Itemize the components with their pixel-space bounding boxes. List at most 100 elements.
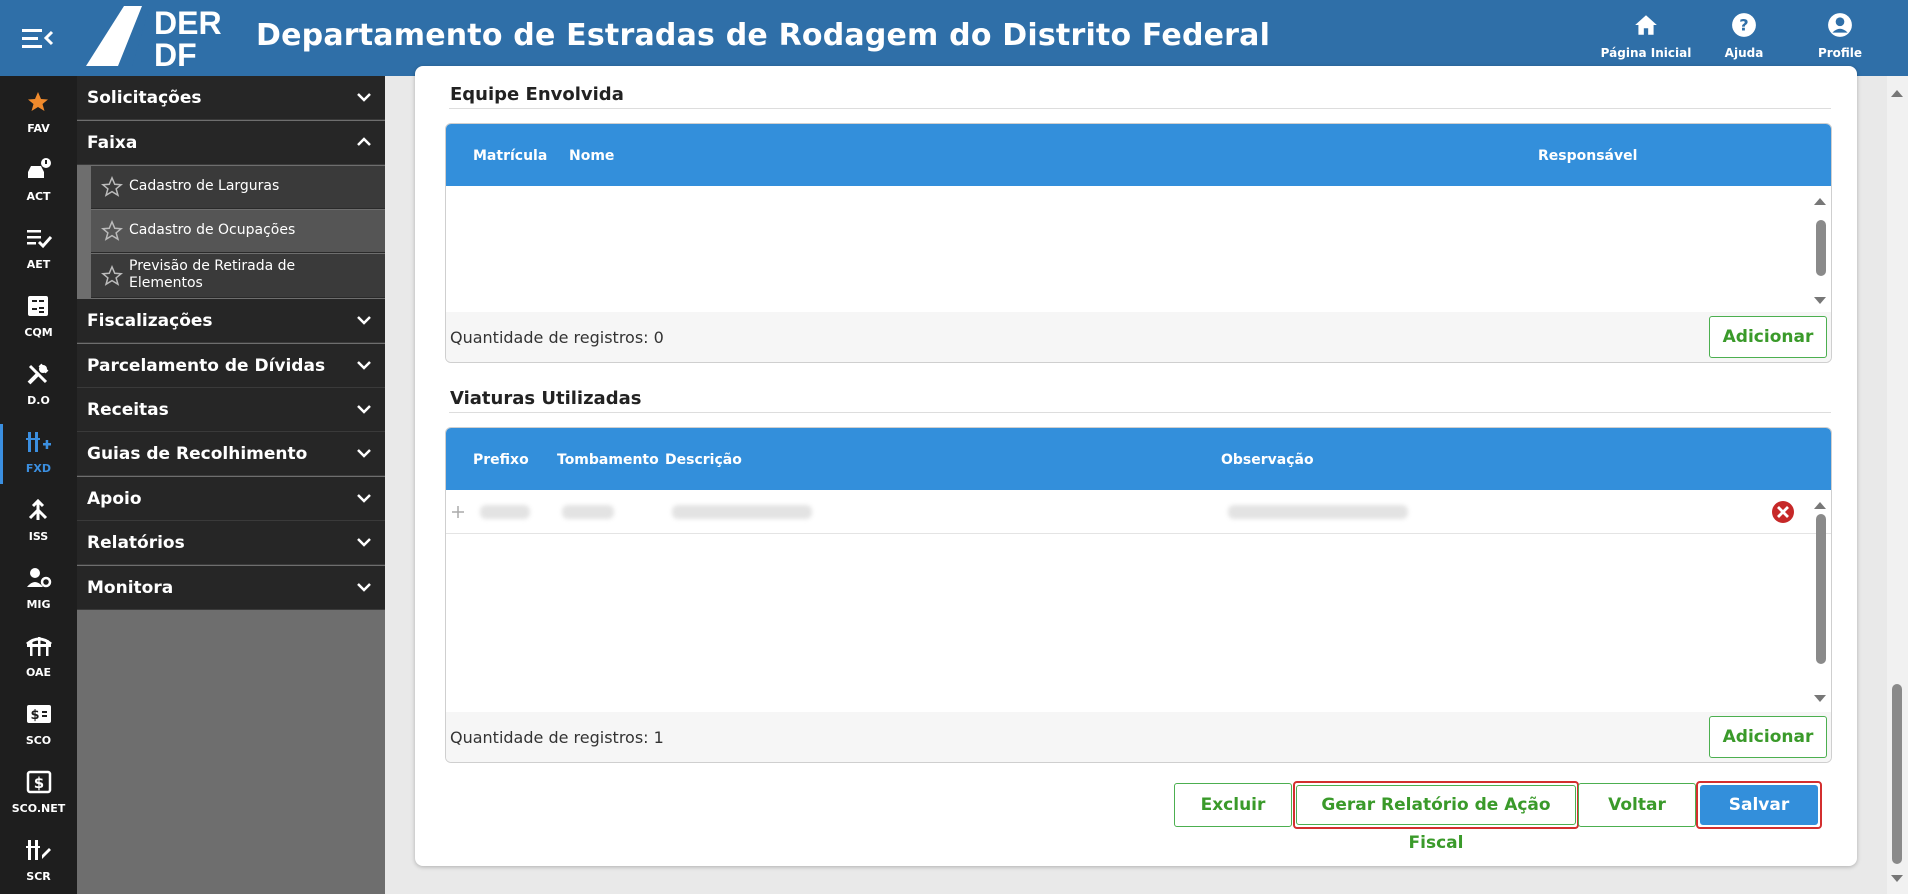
redacted-descricao <box>672 505 812 519</box>
star-outline-icon[interactable] <box>101 220 123 242</box>
sub-item-previsao-retirada[interactable]: Previsão de Retirada de Elementos <box>91 254 385 298</box>
profile-button[interactable]: Profile <box>1792 12 1888 61</box>
star-outline-icon[interactable] <box>101 265 123 287</box>
scroll-up-icon[interactable] <box>1813 196 1827 206</box>
home-icon <box>1635 15 1657 35</box>
rail-item-do[interactable]: D.O <box>0 352 77 420</box>
menu-label: Receitas <box>87 400 169 420</box>
rail-item-cqm[interactable]: CQM <box>0 284 77 352</box>
menu-item-apoio[interactable]: Apoio <box>77 477 385 521</box>
profile-label: Profile <box>1817 46 1863 60</box>
excluir-button[interactable]: Excluir <box>1174 783 1292 827</box>
rail-label: FXD <box>25 462 52 475</box>
section-divider <box>449 412 1831 413</box>
col-descricao[interactable]: Descrição <box>665 452 742 468</box>
scroll-down-icon[interactable] <box>1813 296 1827 306</box>
scroll-thumb[interactable] <box>1892 684 1902 864</box>
menu-item-guias[interactable]: Guias de Recolhimento <box>77 432 385 476</box>
rail-item-sco[interactable]: $ SCO <box>0 692 77 760</box>
add-equipe-button[interactable]: Adicionar <box>1709 316 1827 358</box>
rail-item-iss[interactable]: ISS <box>0 488 77 556</box>
col-tombamento[interactable]: Tombamento <box>557 452 659 468</box>
grid-scrollbar[interactable] <box>1813 500 1827 704</box>
help-button[interactable]: ? Ajuda <box>1696 12 1792 61</box>
page-scrollbar[interactable] <box>1887 76 1908 894</box>
home-label: Página Inicial <box>1600 46 1692 60</box>
tools-icon <box>27 363 49 385</box>
rail-label: FAV <box>27 122 50 135</box>
sub-item-label: Cadastro de Ocupações <box>129 222 296 238</box>
sub-item-cadastro-ocupacoes[interactable]: Cadastro de Ocupações <box>91 210 385 253</box>
scroll-up-icon[interactable] <box>1813 500 1827 510</box>
rail-item-act[interactable]: ACT <box>0 148 77 216</box>
rail-label: OAE <box>25 666 52 679</box>
scroll-thumb[interactable] <box>1816 220 1826 276</box>
logo-text-top: DER <box>154 5 222 41</box>
rail-item-oae[interactable]: OAE <box>0 624 77 692</box>
scroll-thumb[interactable] <box>1816 514 1826 664</box>
rail-item-fxd[interactable]: FXD <box>0 420 77 488</box>
scroll-down-icon[interactable] <box>1890 874 1904 884</box>
rail-label: SCO <box>25 734 52 747</box>
voltar-button[interactable]: Voltar <box>1578 783 1696 827</box>
menu-item-parcelamento[interactable]: Parcelamento de Dívidas <box>77 344 385 388</box>
drag-handle-icon[interactable] <box>452 506 464 518</box>
rail-item-aet[interactable]: AET <box>0 216 77 284</box>
menu-item-relatorios[interactable]: Relatórios <box>77 521 385 565</box>
menu-item-receitas[interactable]: Receitas <box>77 388 385 432</box>
star-icon <box>28 92 48 111</box>
menu-label: Apoio <box>87 489 142 509</box>
chevron-down-icon <box>357 405 371 414</box>
ruler-pen-icon <box>26 840 51 860</box>
col-observacao[interactable]: Observação <box>1221 452 1314 468</box>
page-title: Departamento de Estradas de Rodagem do D… <box>256 18 1271 53</box>
dollar-box-icon: $ <box>26 770 52 794</box>
module-rail: FAV ACT AET CQM D.O FXD ISS MIG OAE $ SC… <box>0 76 77 894</box>
menu-item-faixa[interactable]: Faixa <box>77 121 385 165</box>
scroll-down-icon[interactable] <box>1813 694 1827 704</box>
salvar-button[interactable]: Salvar <box>1700 785 1818 825</box>
rail-label: AET <box>26 258 51 271</box>
scroll-up-icon[interactable] <box>1890 88 1904 98</box>
col-responsavel[interactable]: Responsável <box>1538 148 1637 164</box>
side-menu: Solicitações Faixa Cadastro de Larguras … <box>77 76 385 894</box>
menu-item-fiscalizacoes[interactable]: Fiscalizações <box>77 299 385 343</box>
rail-item-scr[interactable]: SCR <box>0 828 77 894</box>
sub-item-cadastro-larguras[interactable]: Cadastro de Larguras <box>91 166 385 209</box>
viaturas-grid: Prefixo Tombamento Descrição Observação … <box>445 427 1832 763</box>
col-matricula[interactable]: Matrícula <box>473 148 547 164</box>
col-prefixo[interactable]: Prefixo <box>473 452 529 468</box>
col-nome[interactable]: Nome <box>569 148 614 164</box>
star-outline-icon[interactable] <box>101 176 123 198</box>
add-viatura-button[interactable]: Adicionar <box>1709 716 1827 758</box>
app-header: DER DF Departamento de Estradas de Rodag… <box>0 0 1908 76</box>
table-row[interactable] <box>446 490 1831 534</box>
section-title-equipe: Equipe Envolvida <box>450 84 624 105</box>
help-label: Ajuda <box>1724 46 1764 60</box>
chevron-down-icon <box>357 316 371 325</box>
svg-text:$: $ <box>30 708 39 723</box>
ruler-plus-icon <box>26 432 51 452</box>
remove-row-icon[interactable] <box>1771 500 1795 524</box>
gerar-relatorio-button[interactable]: Gerar Relatório de Ação Fiscal <box>1296 785 1576 853</box>
grid-scrollbar[interactable] <box>1813 196 1827 306</box>
record-count: Quantidade de registros: 1 <box>450 728 664 747</box>
menu-label: Monitora <box>87 578 174 598</box>
menu-collapse-icon[interactable] <box>22 26 54 50</box>
dollar-card-icon: $ <box>27 705 51 723</box>
chevron-down-icon <box>357 449 371 458</box>
rail-item-mig[interactable]: MIG <box>0 556 77 624</box>
home-button[interactable]: Página Inicial <box>1598 12 1694 61</box>
chevron-down-icon <box>357 538 371 547</box>
equipe-grid: Matrícula Nome Responsável Quantidade de… <box>445 123 1832 363</box>
rail-item-sconet[interactable]: $ SCO.NET <box>0 760 77 828</box>
menu-item-monitora[interactable]: Monitora <box>77 566 385 610</box>
menu-item-solicitacoes[interactable]: Solicitações <box>77 76 385 120</box>
rail-label: CQM <box>24 326 53 339</box>
chevron-down-icon <box>357 361 371 370</box>
chevron-down-icon <box>357 494 371 503</box>
main-content: Equipe Envolvida Matrícula Nome Responsá… <box>385 66 1887 894</box>
rail-item-fav[interactable]: FAV <box>0 80 77 148</box>
der-df-logo[interactable]: DER DF <box>84 4 234 73</box>
logo-text-bottom: DF <box>154 37 197 68</box>
